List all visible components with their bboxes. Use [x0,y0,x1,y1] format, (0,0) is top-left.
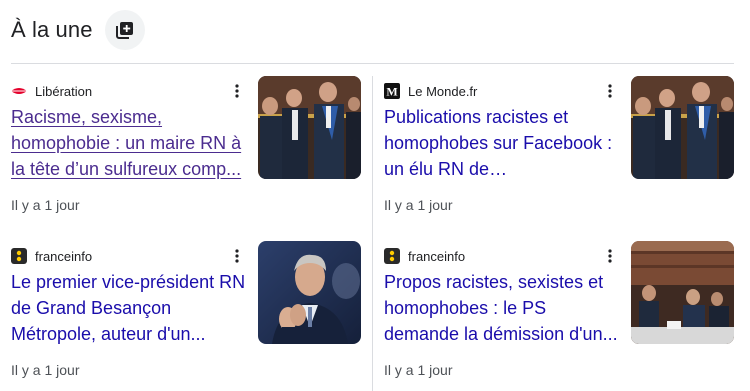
news-card[interactable]: Libération Racisme, sexisme, homophobie … [11,76,363,226]
column-divider [372,76,373,391]
timestamp: Il y a 1 jour [11,197,80,213]
source-row: Libération [11,82,92,100]
source-name: Le Monde.fr [408,83,478,99]
article-thumbnail[interactable] [258,76,361,179]
article-thumbnail[interactable] [631,76,734,179]
more-vert-icon [235,249,239,263]
news-card[interactable]: franceinfo Propos racistes, sexistes et … [384,241,736,391]
more-vert-icon [608,84,612,98]
timestamp: Il y a 1 jour [384,362,453,378]
source-row: franceinfo [11,247,92,265]
add-to-collection-icon [115,22,133,39]
liberation-logo-icon [11,83,27,99]
article-thumbnail[interactable] [631,241,734,344]
more-options-button[interactable] [233,82,241,100]
source-name: Libération [35,83,93,99]
source-name: franceinfo [408,248,466,264]
source-row: M Le Monde.fr [384,82,477,100]
franceinfo-logo-icon [11,248,27,264]
news-card[interactable]: M Le Monde.fr Publications racistes et h… [384,76,736,226]
timestamp: Il y a 1 jour [11,362,80,378]
news-card[interactable]: franceinfo Le premier vice-président RN … [11,241,363,391]
add-to-collection-button[interactable] [104,10,145,50]
more-vert-icon [608,249,612,263]
svg-text:M: M [386,85,397,99]
headline-link[interactable]: Racisme, sexisme, homophobie : un maire … [11,104,247,182]
franceinfo-logo-icon [384,248,400,264]
more-options-button[interactable] [606,82,614,100]
source-row: franceinfo [384,247,465,265]
headline-link[interactable]: Propos racistes, sexistes et homophobes … [384,269,620,347]
headline-link[interactable]: Le premier vice-président RN de Grand Be… [11,269,247,347]
section-title: À la une [11,17,93,42]
le-monde-logo-icon: M [384,83,400,99]
article-thumbnail[interactable] [258,241,361,344]
header-divider [11,63,734,64]
source-name: franceinfo [35,248,93,264]
more-options-button[interactable] [233,247,241,265]
section-header: À la une [11,9,145,51]
headline-link[interactable]: Publications racistes et homophobes sur … [384,104,620,182]
more-vert-icon [235,84,239,98]
more-options-button[interactable] [606,247,614,265]
timestamp: Il y a 1 jour [384,197,453,213]
